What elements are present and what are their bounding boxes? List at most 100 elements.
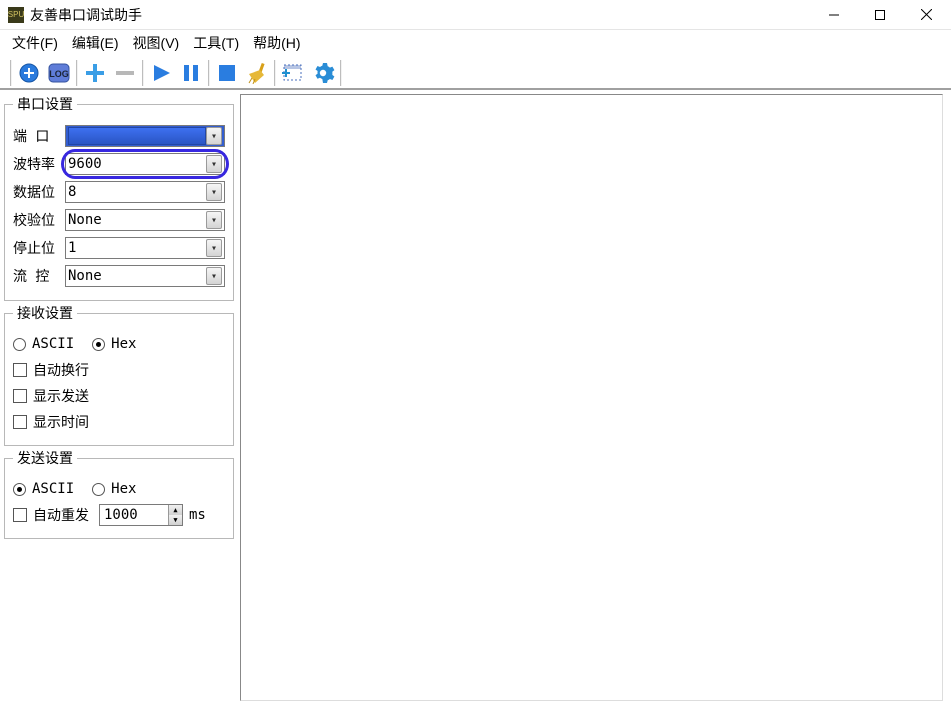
parity-select[interactable]: None ▾ [65,209,225,231]
log-icon: LOG [46,60,72,86]
flow-select[interactable]: None ▾ [65,265,225,287]
dropdown-arrow-icon: ▾ [206,239,222,257]
interval-spinner[interactable]: ▲ ▼ [99,504,183,526]
app-icon: SPU [8,7,24,23]
menu-edit[interactable]: 编辑(E) [66,31,125,55]
gear-icon [311,61,335,85]
toolbar: LOG [0,56,951,90]
left-panel: 串口设置 端 口 ▾ 波特率 9600 ▾ 数据 [0,90,238,709]
baud-label: 波特率 [13,154,61,174]
toolbar-separator [10,60,12,86]
pause-button[interactable] [176,58,206,88]
recv-ascii-radio[interactable]: ASCII [13,336,74,352]
radio-icon [13,338,26,351]
maximize-icon [875,10,885,20]
stopbits-select[interactable]: 1 ▾ [65,237,225,259]
databits-select[interactable]: 8 ▾ [65,181,225,203]
recv-settings-panel: 接收设置 ASCII Hex 自动换行 显示发送 [4,303,234,446]
toolbar-separator [274,60,276,86]
recv-ascii-label: ASCII [32,336,74,352]
menu-view[interactable]: 视图(V) [127,31,186,55]
auto-wrap-checkbox[interactable]: 自动换行 [13,357,225,383]
serial-settings-legend: 串口设置 [13,94,77,114]
send-settings-legend: 发送设置 [13,448,77,468]
checkbox-icon [13,363,27,377]
parity-value: None [68,212,102,228]
play-button[interactable] [146,58,176,88]
window-title: 友善串口调试助手 [30,5,142,25]
menu-help[interactable]: 帮助(H) [247,31,306,55]
radio-icon [92,338,105,351]
recv-hex-label: Hex [111,336,136,352]
flow-value: None [68,268,102,284]
show-send-checkbox[interactable]: 显示发送 [13,383,225,409]
clear-button[interactable] [242,58,272,88]
radio-icon [92,483,105,496]
square-icon [216,62,238,84]
menubar: 文件(F) 编辑(E) 视图(V) 工具(T) 帮助(H) [0,30,951,56]
stopbits-value: 1 [68,240,76,256]
minimize-button[interactable] [811,0,857,30]
log-button[interactable]: LOG [44,58,74,88]
recv-settings-legend: 接收设置 [13,303,77,323]
minimize-icon [829,10,839,20]
show-send-label: 显示发送 [33,386,89,406]
auto-wrap-label: 自动换行 [33,360,89,380]
minus-icon [114,62,136,84]
show-time-checkbox[interactable]: 显示时间 [13,409,225,435]
dropdown-arrow-icon: ▾ [206,211,222,229]
recv-hex-radio[interactable]: Hex [92,336,136,352]
connect-button[interactable] [14,58,44,88]
checkbox-icon [13,415,27,429]
send-settings-panel: 发送设置 ASCII Hex 自动重发 ▲ ▼ [4,448,234,539]
interval-input[interactable] [100,507,168,523]
port-select[interactable]: ▾ [65,125,225,147]
broom-icon [246,62,268,84]
send-ascii-label: ASCII [32,481,74,497]
menu-tools[interactable]: 工具(T) [187,31,245,55]
dropdown-arrow-icon: ▾ [206,127,222,145]
dropdown-arrow-icon: ▾ [206,183,222,201]
databits-value: 8 [68,184,76,200]
checkbox-icon[interactable] [13,508,27,522]
interval-unit: ms [189,507,206,523]
send-hex-label: Hex [111,481,136,497]
close-icon [921,9,932,20]
checkbox-icon [13,389,27,403]
toolbar-separator [76,60,78,86]
auto-resend-label: 自动重发 [33,505,89,525]
port-label: 端 口 [13,126,61,146]
stopbits-label: 停止位 [13,238,61,258]
auto-resend-row: 自动重发 ▲ ▼ ms [13,502,225,528]
menu-file[interactable]: 文件(F) [6,31,64,55]
output-area[interactable] [240,94,943,701]
close-button[interactable] [903,0,949,30]
serial-settings-panel: 串口设置 端 口 ▾ 波特率 9600 ▾ 数据 [4,94,234,301]
play-icon [150,62,172,84]
connect-plus-icon [18,62,40,84]
baud-select[interactable]: 9600 ▾ [65,153,225,175]
maximize-button[interactable] [857,0,903,30]
remove-button[interactable] [110,58,140,88]
spinner-up-icon[interactable]: ▲ [168,505,182,515]
baud-value: 9600 [68,156,102,172]
parity-label: 校验位 [13,210,61,230]
titlebar: SPU 友善串口调试助手 [0,0,951,30]
flow-label: 流 控 [13,266,61,286]
settings-button[interactable] [308,58,338,88]
dropdown-arrow-icon: ▾ [206,267,222,285]
toolbar-separator [208,60,210,86]
spinner-down-icon[interactable]: ▼ [168,515,182,525]
add-button[interactable] [80,58,110,88]
stop-button[interactable] [212,58,242,88]
pause-icon [180,62,202,84]
svg-text:LOG: LOG [49,69,69,79]
new-window-button[interactable] [278,58,308,88]
send-ascii-radio[interactable]: ASCII [13,481,74,497]
show-time-label: 显示时间 [33,412,89,432]
window-plus-icon [281,62,305,84]
radio-icon [13,483,26,496]
send-hex-radio[interactable]: Hex [92,481,136,497]
toolbar-separator [142,60,144,86]
databits-label: 数据位 [13,182,61,202]
